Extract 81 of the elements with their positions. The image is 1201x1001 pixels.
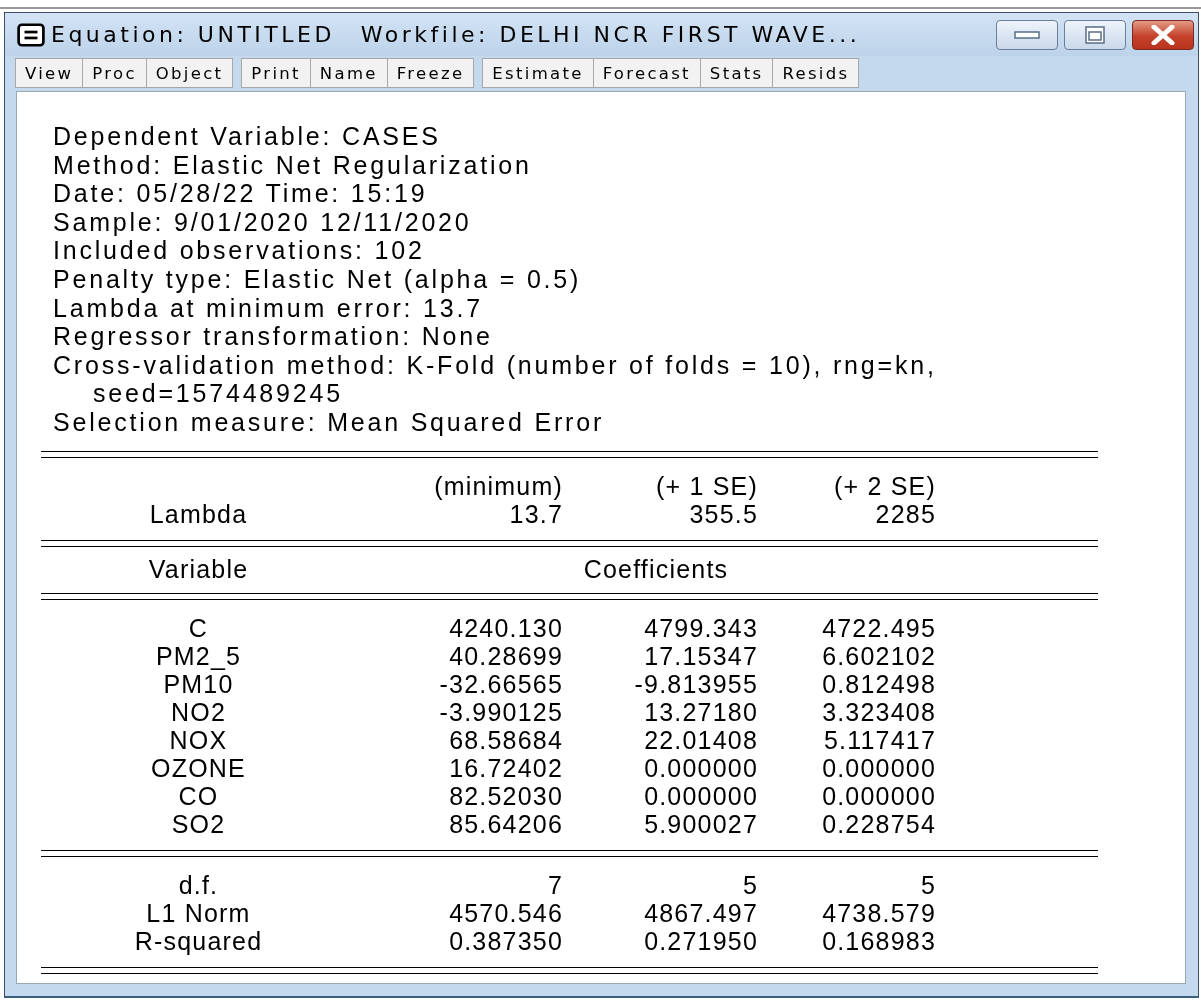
close-button[interactable] <box>1132 19 1194 50</box>
table-cell-text: 0.000000 <box>643 781 758 810</box>
output-text: seed=1574489245 <box>92 379 344 408</box>
table-cell-text: 13.7 <box>509 499 563 528</box>
minimize-button[interactable] <box>996 19 1058 50</box>
table-cell-text: 5 <box>741 870 758 899</box>
table-cell-text: 5.117417 <box>822 725 936 754</box>
table-cell-text: 4738.579 <box>821 898 936 927</box>
table-cell-text: 22.01408 <box>643 725 758 754</box>
output-text: Dependent Variable: CASES <box>53 122 442 151</box>
table-cell-text: -3.990125 <box>438 697 563 726</box>
table-cell-text: -9.813955 <box>633 669 758 698</box>
table-cell-text: 0.000000 <box>821 753 936 782</box>
table-cell-text: 16.72402 <box>448 753 563 782</box>
row-label: C <box>187 613 210 642</box>
toolbar-button[interactable]: Proc <box>82 58 147 88</box>
output-text: Included observations: 102 <box>53 236 426 265</box>
table-cell-text: 4570.546 <box>448 898 563 927</box>
row-label: NO2 <box>170 697 227 726</box>
output-text: Date: 05/28/22 Time: 15:19 <box>53 179 429 208</box>
toolbar-button[interactable]: Object <box>145 58 234 88</box>
output-text: Selection measure: Mean Squared Error <box>53 407 606 437</box>
output-text: Cross-validation method: K-Fold (number of folds = 10), rng=kn, <box>53 350 938 380</box>
table-cell-text: 6.602102 <box>821 641 936 670</box>
toolbar-button[interactable]: Stats <box>699 58 774 88</box>
table-cell-text: 85.64206 <box>448 809 563 838</box>
output-text: Lambda at minimum error: 13.7 <box>53 293 484 323</box>
table-cell-text: 40.28699 <box>448 641 563 670</box>
maximize-button[interactable] <box>1064 19 1126 50</box>
table-cell-text: 7 <box>546 870 563 899</box>
table-cell-text: 68.58684 <box>448 725 563 754</box>
toolbar-button[interactable]: View <box>15 58 84 88</box>
table-cell-text: 5.900027 <box>643 809 758 838</box>
column-header: Coefficients <box>582 554 730 583</box>
row-label: NOX <box>168 725 229 754</box>
column-header: (minimum) <box>433 471 563 500</box>
output-text: Sample: 9/01/2020 12/11/2020 <box>53 207 473 237</box>
row-label: Lambda <box>148 499 249 528</box>
table-cell-text: 5 <box>919 870 936 899</box>
table-cell-text: -32.66565 <box>438 669 563 698</box>
output-text: Method: Elastic Net Regularization <box>53 150 533 180</box>
row-label: R-squared <box>133 926 264 955</box>
toolbar-button[interactable]: Forecast <box>592 58 701 88</box>
toolbar-button[interactable]: Name <box>309 58 388 88</box>
table-cell-text: 355.5 <box>688 499 758 528</box>
window-title: Workfile: DELHI NCR FIRST WAVE... <box>360 22 861 47</box>
column-header: Variable <box>147 554 250 583</box>
table-cell-text: 0.168983 <box>821 926 936 955</box>
row-label: PM2_5 <box>154 641 243 670</box>
table-cell-text: 0.271950 <box>643 926 758 955</box>
toolbar-button[interactable]: Estimate <box>482 58 594 88</box>
table-cell-text: 0.228754 <box>821 809 936 838</box>
row-label: SO2 <box>170 809 227 838</box>
row-label: CO <box>177 781 220 810</box>
toolbar-button[interactable]: Print <box>241 58 311 88</box>
table-cell-text: 0.387350 <box>448 926 563 955</box>
table-cell-text: 82.52030 <box>448 781 563 810</box>
table-cell-text: 3.323408 <box>821 697 936 726</box>
table-cell-text: 17.15347 <box>643 641 758 670</box>
toolbar-button[interactable]: Freeze <box>386 58 475 88</box>
table-cell-text: 13.27180 <box>643 697 758 726</box>
table-cell-text: 4240.130 <box>448 613 563 642</box>
output-text: Penalty type: Elastic Net (alpha = 0.5) <box>53 264 583 294</box>
row-label: d.f. <box>177 870 220 899</box>
toolbar-button[interactable]: Resids <box>772 58 860 88</box>
table-cell-text: 4722.495 <box>821 613 936 642</box>
table-cell-text: 4799.343 <box>643 613 758 642</box>
column-header: (+ 2 SE) <box>833 471 936 500</box>
column-header: (+ 1 SE) <box>655 471 758 500</box>
table-cell-text: 4867.497 <box>643 898 758 927</box>
window-title: Equation: UNTITLED <box>51 22 335 47</box>
output-text: Regressor transformation: None <box>53 322 494 351</box>
table-cell-text: 2285 <box>874 499 936 528</box>
row-label: L1 Norm <box>145 898 252 927</box>
table-cell-text: 0.000000 <box>821 781 936 810</box>
table-cell-text: 0.000000 <box>643 753 758 782</box>
menu-icon[interactable] <box>17 22 45 47</box>
close-icon <box>1148 24 1178 45</box>
table-cell-text: 0.812498 <box>821 669 936 698</box>
row-label: OZONE <box>150 753 247 782</box>
row-label: PM10 <box>163 669 234 698</box>
